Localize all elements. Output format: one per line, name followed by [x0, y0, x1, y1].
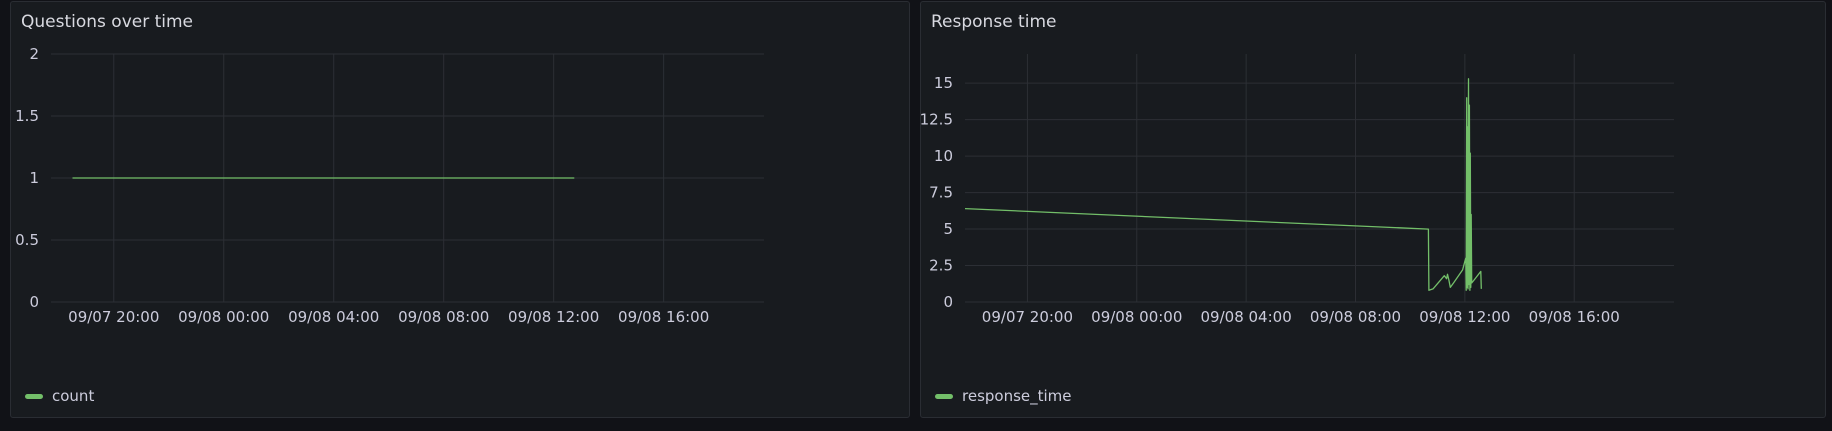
legend-color-swatch [25, 393, 43, 399]
x-tick-label: 09/08 16:00 [1529, 308, 1620, 326]
x-tick-label: 09/08 04:00 [288, 308, 379, 326]
x-tick-label: 09/08 12:00 [1419, 308, 1510, 326]
y-tick-label: 2.5 [929, 257, 953, 275]
x-tick-label: 09/08 00:00 [178, 308, 269, 326]
x-tick-label: 09/08 08:00 [1310, 308, 1401, 326]
y-tick-label: 12.5 [921, 111, 953, 129]
x-tick-label: 09/08 00:00 [1091, 308, 1182, 326]
x-tick-label: 09/07 20:00 [982, 308, 1073, 326]
legend-color-swatch [935, 393, 953, 399]
y-tick-label: 0 [943, 293, 953, 311]
y-tick-label: 10 [934, 147, 953, 165]
x-tick-label: 09/08 04:00 [1201, 308, 1292, 326]
y-tick-label: 15 [934, 74, 953, 92]
questions-over-time-panel: Questions over time 0 0.5 1 1.5 2 09/07 20:00… [10, 1, 910, 418]
legend-label: count [52, 387, 95, 405]
x-tick-label: 09/08 12:00 [508, 308, 599, 326]
legend[interactable]: count [25, 387, 94, 405]
legend-label: response_time [962, 387, 1072, 405]
y-tick-label: 5 [943, 220, 953, 238]
y-tick-label: 0 [29, 293, 39, 311]
x-tick-label: 09/07 20:00 [68, 308, 159, 326]
y-tick-label: 2 [29, 45, 39, 63]
legend[interactable]: response_time [935, 387, 1072, 405]
questions-chart: 0 0.5 1 1.5 2 09/07 20:00 09/08 00:00 09/08 04:… [15, 45, 764, 326]
response-time-chart: 0 2.5 5 7.5 10 12.5 15 09/07 20:00 09/08 00:00 09… [921, 54, 1674, 326]
y-tick-label: 1 [29, 169, 39, 187]
x-tick-label: 09/08 16:00 [618, 308, 709, 326]
response-time-panel: Response time 0 2.5 5 7.5 10 12.5 15 09/07 20:0… [920, 1, 1826, 418]
y-tick-label: 7.5 [929, 184, 953, 202]
x-tick-label: 09/08 08:00 [398, 308, 489, 326]
series-line-response-time [964, 78, 1482, 291]
y-tick-label: 0.5 [15, 231, 39, 249]
y-tick-label: 1.5 [15, 107, 39, 125]
